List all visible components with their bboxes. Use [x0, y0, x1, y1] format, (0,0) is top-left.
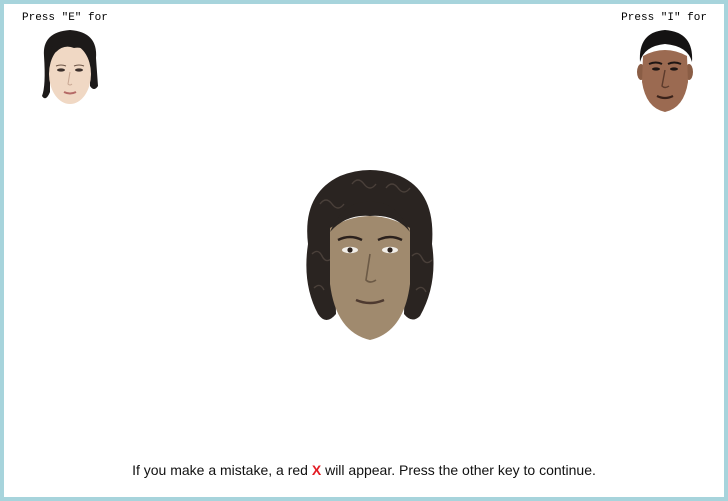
- left-category-face-image: [42, 30, 98, 104]
- instructions-before: If you make a mistake, a red: [132, 462, 312, 478]
- right-category-face-image: [637, 30, 693, 112]
- error-x-mark: X: [311, 462, 322, 478]
- instructions-text: If you make a mistake, a red X will appe…: [4, 462, 724, 478]
- instructions-after: will appear. Press the other key to cont…: [321, 462, 596, 478]
- left-key-label: Press "E" for: [22, 12, 108, 24]
- task-frame: Press "E" for Press "I" for If you make …: [0, 0, 728, 501]
- right-key-label: Press "I" for: [621, 12, 707, 24]
- stimulus-face-image: [306, 170, 434, 340]
